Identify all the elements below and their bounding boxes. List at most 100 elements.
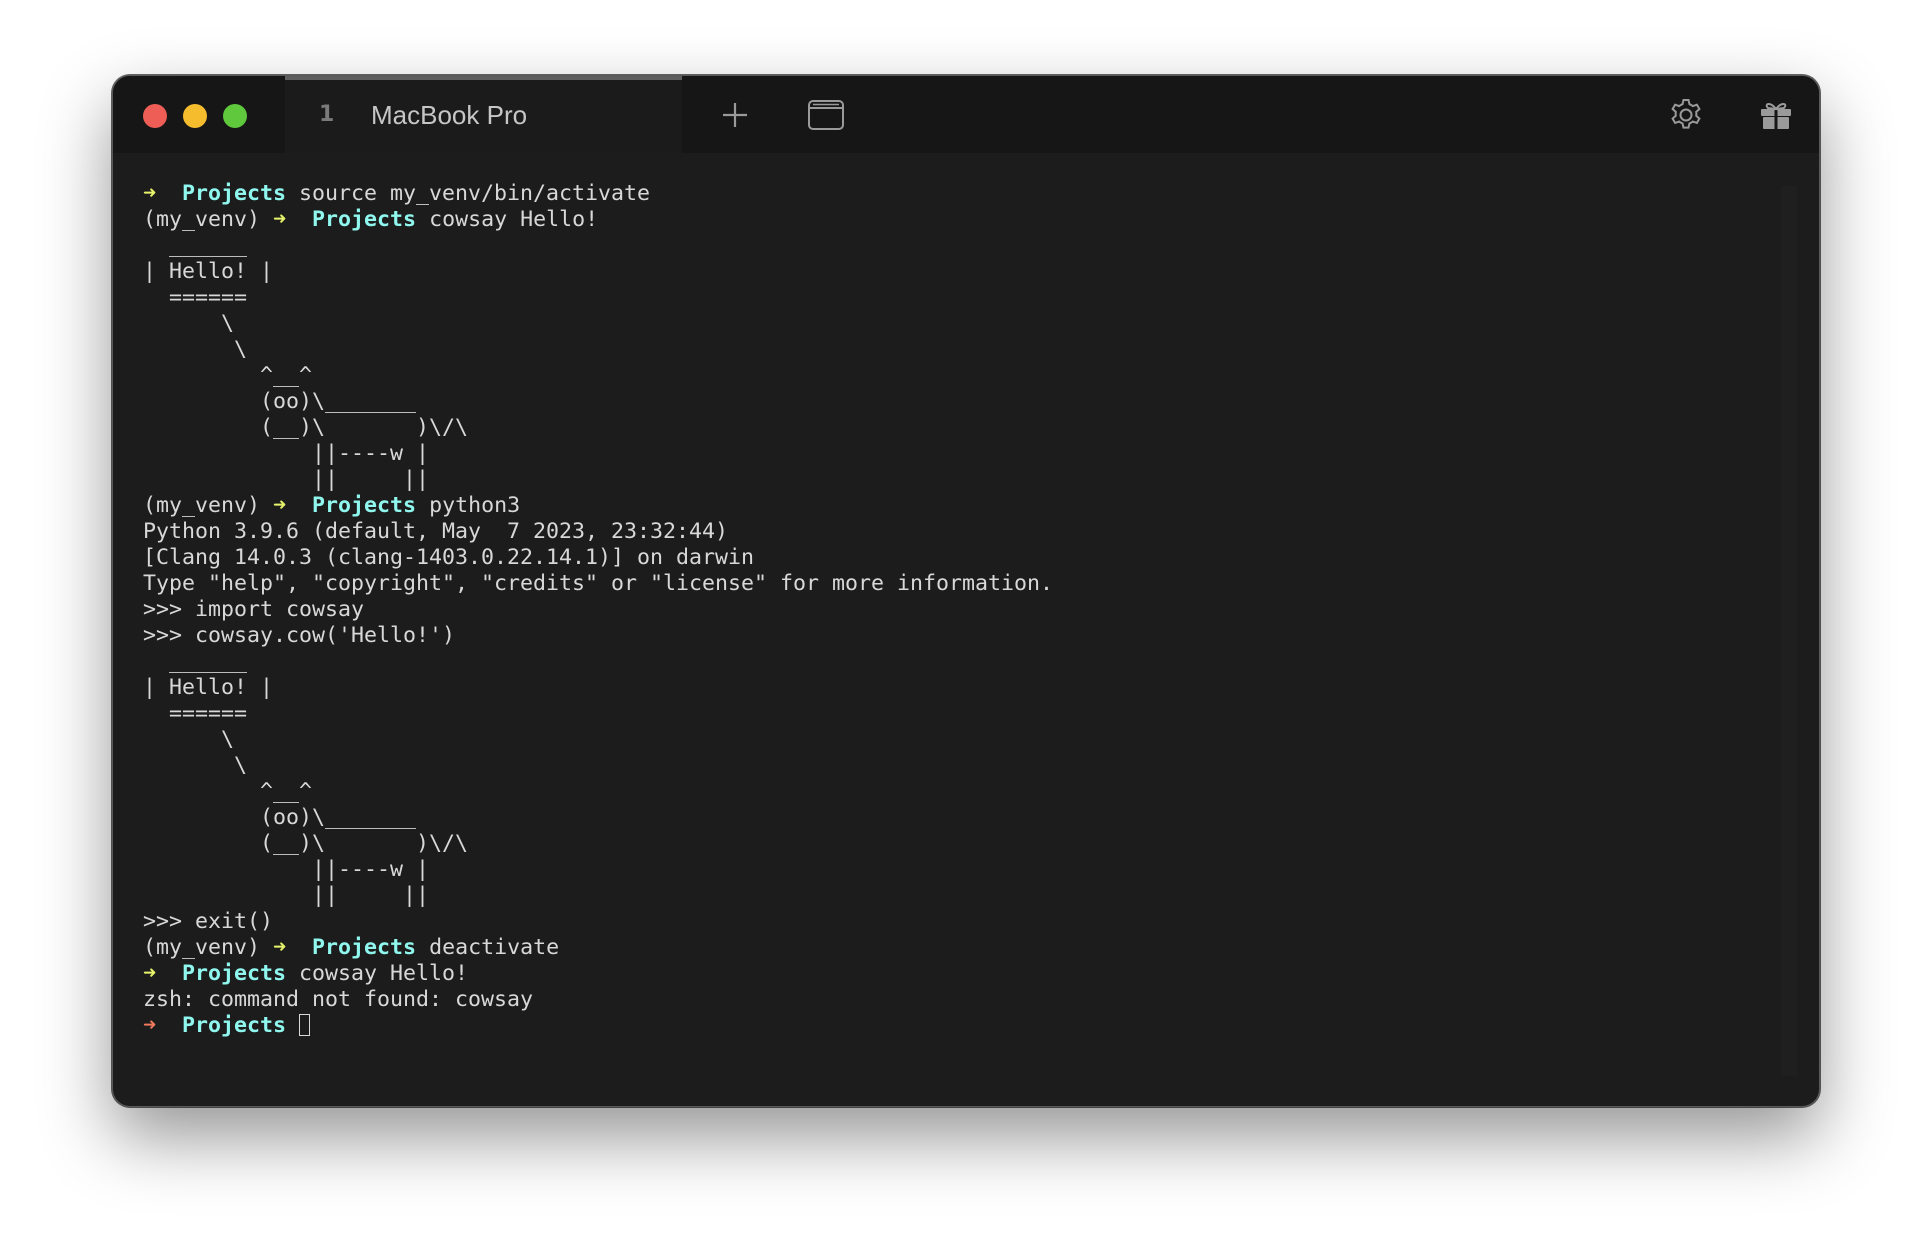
command-text: [286, 1013, 299, 1038]
command-text: deactivate: [416, 935, 560, 960]
output-line: || ||: [143, 883, 1053, 909]
prompt-arrow-icon: ➜: [143, 181, 157, 206]
output-line: \: [143, 311, 1053, 337]
prompt-directory: Projects: [312, 493, 417, 518]
prompt-arrow-icon: ➜: [273, 935, 287, 960]
output-line: ||----w |: [143, 857, 1053, 883]
output-text: ||----w |: [143, 857, 430, 882]
venv-label: (my_venv): [143, 935, 274, 960]
output-text: (__)\ )\/\: [143, 831, 469, 856]
prompt-directory: Projects: [312, 207, 417, 232]
output-line: \: [143, 727, 1053, 753]
prompt-arrow-icon: ➜: [273, 207, 287, 232]
output-text: ======: [143, 701, 248, 726]
output-line: ^__^: [143, 779, 1053, 805]
output-text: (oo)\_______: [143, 389, 417, 414]
prompt-line: ➜ Projects source my_venv/bin/activate: [143, 181, 1053, 207]
prompt-line: ➜ Projects: [143, 1013, 1053, 1039]
settings-button[interactable]: [1666, 95, 1706, 135]
output-text: >>> cowsay.cow('Hello!'): [143, 623, 456, 648]
zoom-button[interactable]: [223, 104, 247, 128]
output-text: | Hello! |: [143, 259, 274, 284]
gear-icon: [1671, 99, 1701, 129]
scrollbar-track[interactable]: [1781, 186, 1797, 1076]
output-line: Type "help", "copyright", "credits" or "…: [143, 571, 1053, 597]
window-overview-button[interactable]: [806, 95, 846, 135]
close-button[interactable]: [143, 104, 167, 128]
output-text: >>> import cowsay: [143, 597, 365, 622]
output-text: ======: [143, 285, 248, 310]
plus-icon: [723, 103, 747, 127]
command-text: source my_venv/bin/activate: [286, 181, 651, 206]
output-line: ______: [143, 649, 1053, 675]
output-line: (oo)\_______: [143, 805, 1053, 831]
gift-icon: [1761, 103, 1791, 129]
output-line: || ||: [143, 467, 1053, 493]
text-cursor: [299, 1014, 311, 1036]
output-line: (oo)\_______: [143, 389, 1053, 415]
output-line: \: [143, 753, 1053, 779]
output-text: Python 3.9.6 (default, May 7 2023, 23:32…: [143, 519, 729, 544]
gift-button[interactable]: [1756, 95, 1796, 135]
output-text: [Clang 14.0.3 (clang-1403.0.22.14.1)] on…: [143, 545, 755, 570]
output-text: || ||: [143, 883, 430, 908]
command-text: cowsay Hello!: [416, 207, 599, 232]
output-text: \: [143, 311, 235, 336]
output-text: || ||: [143, 467, 430, 492]
output-text: \: [143, 753, 248, 778]
venv-label: (my_venv): [143, 493, 274, 518]
output-line: >>> import cowsay: [143, 597, 1053, 623]
terminal-output[interactable]: ➜ Projects source my_venv/bin/activate (m…: [143, 181, 1053, 1039]
prompt-line: (my_venv) ➜ Projects python3: [143, 493, 1053, 519]
command-text: python3: [416, 493, 521, 518]
output-text: ______: [143, 649, 248, 674]
new-tab-button[interactable]: [715, 95, 755, 135]
prompt-arrow-icon: ➜: [273, 493, 287, 518]
output-text: >>> exit(): [143, 909, 274, 934]
output-text: \: [143, 727, 235, 752]
title-bar: 1 MacBook Pro: [113, 76, 1819, 153]
prompt-arrow-icon: ➜: [143, 1013, 157, 1038]
output-text: | Hello! |: [143, 675, 274, 700]
output-line: ______: [143, 233, 1053, 259]
prompt-line: (my_venv) ➜ Projects deactivate: [143, 935, 1053, 961]
minimize-button[interactable]: [183, 104, 207, 128]
tab-title: MacBook Pro: [371, 100, 528, 130]
prompt-line: ➜ Projects cowsay Hello!: [143, 961, 1053, 987]
prompt-directory: Projects: [182, 961, 287, 986]
output-text: ^__^: [143, 363, 313, 388]
output-text: ^__^: [143, 779, 313, 804]
output-line: ======: [143, 285, 1053, 311]
prompt-directory: Projects: [312, 935, 417, 960]
output-line: Python 3.9.6 (default, May 7 2023, 23:32…: [143, 519, 1053, 545]
output-line: | Hello! |: [143, 675, 1053, 701]
output-text: ||----w |: [143, 441, 430, 466]
output-text: (oo)\_______: [143, 805, 417, 830]
output-line: | Hello! |: [143, 259, 1053, 285]
output-text: zsh: command not found: cowsay: [143, 987, 534, 1012]
output-text: ______: [143, 233, 248, 258]
output-line: >>> cowsay.cow('Hello!'): [143, 623, 1053, 649]
tab-macbook-pro[interactable]: 1 MacBook Pro: [285, 76, 682, 153]
prompt-directory: Projects: [182, 1013, 287, 1038]
output-line: \: [143, 337, 1053, 363]
output-line: [Clang 14.0.3 (clang-1403.0.22.14.1)] on…: [143, 545, 1053, 571]
output-line: >>> exit(): [143, 909, 1053, 935]
output-text: (__)\ )\/\: [143, 415, 469, 440]
prompt-line: (my_venv) ➜ Projects cowsay Hello!: [143, 207, 1053, 233]
terminal-window: 1 MacBook Pro ➜ Projects source my_venv/…: [112, 75, 1820, 1107]
output-line: ======: [143, 701, 1053, 727]
command-text: cowsay Hello!: [286, 961, 469, 986]
prompt-directory: Projects: [182, 181, 287, 206]
output-line: (__)\ )\/\: [143, 415, 1053, 441]
window-icon: [808, 100, 844, 130]
output-line: ||----w |: [143, 441, 1053, 467]
output-line: zsh: command not found: cowsay: [143, 987, 1053, 1013]
prompt-arrow-icon: ➜: [143, 961, 157, 986]
output-line: (__)\ )\/\: [143, 831, 1053, 857]
output-text: Type "help", "copyright", "credits" or "…: [143, 571, 1054, 596]
tab-index: 1: [319, 102, 335, 127]
venv-label: (my_venv): [143, 207, 274, 232]
output-line: ^__^: [143, 363, 1053, 389]
output-text: \: [143, 337, 248, 362]
